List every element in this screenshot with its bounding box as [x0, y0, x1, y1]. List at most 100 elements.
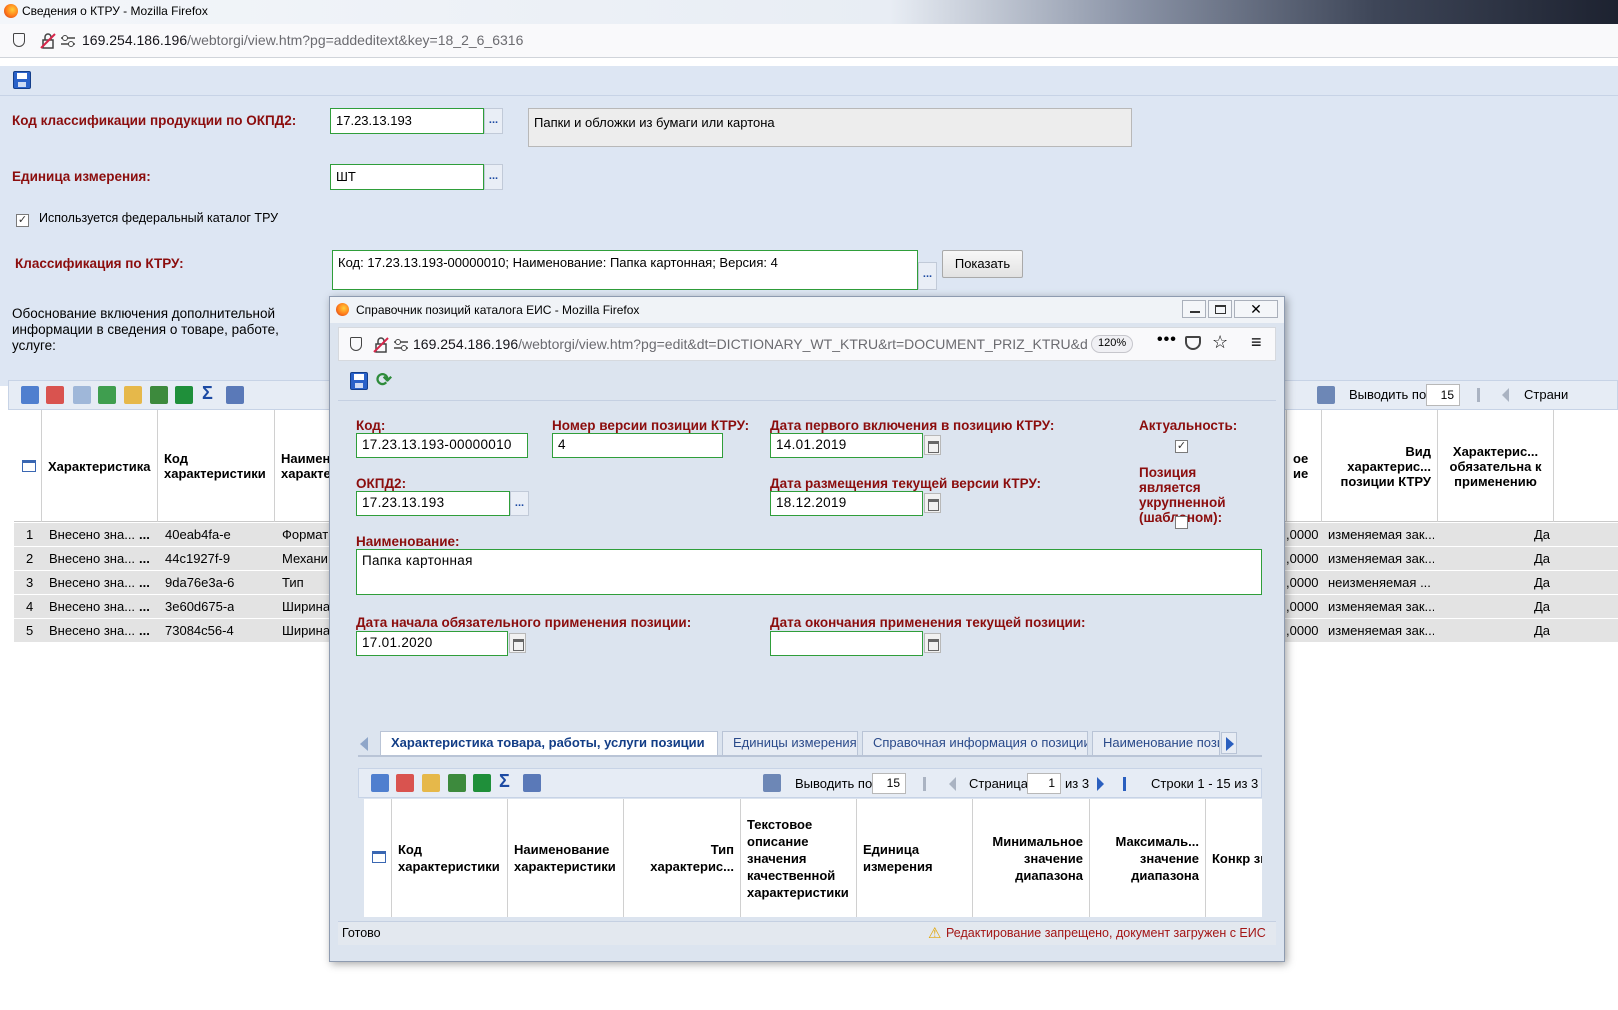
start-date-input[interactable]: 17.01.2020	[356, 631, 508, 656]
filter-icon[interactable]	[124, 386, 142, 404]
sort-icon[interactable]	[448, 774, 466, 792]
excel-icon[interactable]	[175, 386, 193, 404]
print-icon[interactable]	[763, 774, 781, 792]
okpd-input[interactable]: 17.23.13.193	[330, 108, 484, 134]
prev-page-icon[interactable]	[1502, 388, 1509, 402]
table-icon[interactable]	[22, 460, 36, 472]
header-max[interactable]: Максималь... значение диапазона	[1090, 799, 1206, 917]
row-ellipsis-button[interactable]: ...	[139, 619, 150, 643]
collapse-icon[interactable]	[396, 774, 414, 792]
columns-icon[interactable]	[523, 774, 541, 792]
header-kind[interactable]: Вид характерис... позиции КТРУ	[1322, 410, 1438, 522]
table-icon[interactable]	[372, 851, 386, 863]
expand-icon[interactable]	[21, 386, 39, 404]
print-icon[interactable]	[1317, 386, 1335, 404]
header-text-description[interactable]: Текстовое описание значения качественной…	[741, 799, 857, 917]
last-page-icon[interactable]	[1123, 777, 1126, 791]
tab-reference-info[interactable]: Справочная информация о позиции	[862, 731, 1088, 755]
columns-icon[interactable]	[226, 386, 244, 404]
ktru-select-button[interactable]: ...	[918, 262, 937, 290]
ktru-input[interactable]: Код: 17.23.13.193-00000010; Наименование…	[332, 250, 918, 290]
tab-scroll-left-icon[interactable]	[360, 737, 368, 751]
code-input[interactable]: 17.23.13.193-00000010	[356, 433, 528, 458]
federal-catalog-checkbox[interactable]: ✓	[16, 214, 29, 227]
header-type[interactable]: Тип характерис...	[624, 799, 741, 917]
row-ellipsis-button[interactable]: ...	[139, 523, 150, 547]
menu-icon[interactable]: ≡	[1251, 332, 1262, 353]
version-input[interactable]: 4	[552, 433, 723, 458]
collapse-icon[interactable]	[46, 386, 64, 404]
end-date-input[interactable]	[770, 631, 923, 656]
name-textarea[interactable]: Папка картонная	[356, 549, 1262, 595]
row-ellipsis-button[interactable]: ...	[139, 547, 150, 571]
next-page-icon[interactable]	[1097, 777, 1104, 791]
header-partial[interactable]: ое ие	[1286, 410, 1322, 522]
show-button[interactable]: Показать	[942, 250, 1023, 278]
header-code[interactable]: Код характеристики	[158, 410, 275, 522]
unit-select-button[interactable]: ...	[484, 164, 503, 190]
refresh-icon[interactable]: ⟳	[376, 369, 392, 392]
header-min[interactable]: Минимальное значение диапазона	[973, 799, 1090, 917]
shield-icon[interactable]	[13, 33, 25, 47]
header-konk[interactable]: Конкр зна	[1206, 799, 1262, 917]
sort-icon[interactable]	[150, 386, 168, 404]
excel-icon[interactable]	[473, 774, 491, 792]
bookmark-star-icon[interactable]: ☆	[1212, 332, 1228, 353]
calendar-icon[interactable]	[924, 633, 941, 653]
row-ellipsis-button[interactable]: ...	[139, 595, 150, 619]
popup-url-text[interactable]: 169.254.186.196/webtorgi/view.htm?pg=edi…	[413, 336, 1087, 352]
tab-units[interactable]: Единицы измерения	[722, 731, 858, 755]
header-unit[interactable]: Единица измерения	[857, 799, 973, 917]
minimize-button[interactable]	[1182, 300, 1206, 318]
permissions-icon[interactable]	[393, 338, 409, 352]
import-icon[interactable]	[98, 386, 116, 404]
first-inclusion-date-input[interactable]: 14.01.2019	[770, 433, 923, 458]
page-input[interactable]: 1	[1027, 773, 1061, 794]
okpd2-select-button[interactable]: ...	[510, 491, 529, 516]
sum-icon[interactable]: Σ	[499, 771, 510, 792]
save-icon[interactable]	[350, 372, 368, 390]
popup-address-bar[interactable]: 169.254.186.196/webtorgi/view.htm?pg=edi…	[338, 327, 1276, 361]
header-characteristic[interactable]: Характеристика	[42, 410, 158, 522]
okpd-select-button[interactable]: ...	[484, 108, 503, 134]
tab-scroll-right-button[interactable]	[1221, 732, 1237, 754]
row-ellipsis-button[interactable]: ...	[139, 571, 150, 595]
calendar-icon[interactable]	[924, 493, 941, 513]
first-page-icon[interactable]	[923, 777, 926, 791]
permissions-icon[interactable]	[60, 34, 76, 48]
tab-position-names[interactable]: Наименование пози	[1092, 731, 1220, 755]
more-icon[interactable]: •••	[1157, 331, 1177, 349]
header-code[interactable]: Код характеристики	[392, 799, 508, 917]
url-text[interactable]: 169.254.186.196/webtorgi/view.htm?pg=add…	[82, 32, 523, 48]
insecure-lock-icon[interactable]	[373, 337, 389, 353]
okpd2-input[interactable]: 17.23.13.193	[356, 491, 510, 516]
shield-icon[interactable]	[350, 337, 362, 351]
insecure-lock-icon[interactable]	[40, 33, 56, 49]
page-size-input[interactable]: 15	[872, 773, 906, 794]
prev-page-icon[interactable]	[949, 777, 956, 791]
expand-icon[interactable]	[371, 774, 389, 792]
save-icon[interactable]	[13, 71, 31, 89]
tab-characteristics[interactable]: Характеристика товара, работы, услуги по…	[380, 731, 718, 755]
calendar-icon[interactable]	[509, 633, 526, 653]
unit-input[interactable]: ШТ	[330, 164, 484, 190]
template-checkbox[interactable]	[1175, 516, 1188, 529]
header-mandatory[interactable]: Характерис... обязательна к применению	[1438, 410, 1554, 522]
page-size-input[interactable]: 15	[1426, 384, 1460, 406]
actual-checkbox[interactable]: ✓	[1175, 440, 1188, 453]
copy-icon[interactable]	[73, 386, 91, 404]
column-chooser-cell[interactable]	[14, 410, 42, 522]
filter-icon[interactable]	[422, 774, 440, 792]
header-name[interactable]: Наименование характеристики	[508, 799, 624, 917]
first-page-icon[interactable]	[1477, 388, 1480, 402]
address-bar[interactable]: 169.254.186.196/webtorgi/view.htm?pg=add…	[0, 24, 1618, 58]
pocket-icon[interactable]	[1185, 336, 1201, 350]
placement-date-input[interactable]: 18.12.2019	[770, 491, 923, 516]
column-chooser-cell[interactable]	[364, 799, 392, 917]
calendar-icon[interactable]	[924, 435, 941, 455]
sum-icon[interactable]: Σ	[202, 383, 213, 404]
zoom-badge[interactable]: 120%	[1091, 335, 1134, 353]
close-icon[interactable]: ✕	[1234, 300, 1278, 318]
header-name[interactable]: Наимен характе	[275, 410, 335, 522]
maximize-button[interactable]	[1208, 300, 1232, 318]
